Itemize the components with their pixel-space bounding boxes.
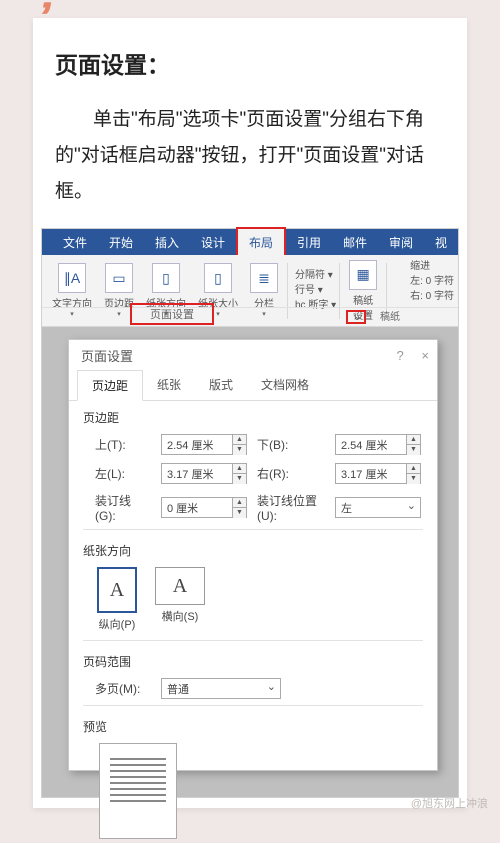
page-setup-group-label: 页面设置	[130, 303, 214, 325]
dialog-close-button[interactable]: ×	[421, 348, 429, 363]
indent-left[interactable]: 左: 0 字符	[410, 274, 454, 289]
breaks-button[interactable]: 分隔符 ▾	[295, 268, 336, 283]
margin-right-input[interactable]: 3.17 厘米▲▼	[335, 463, 421, 484]
tab-layout[interactable]: 布局	[236, 227, 286, 258]
dialog-launcher-button[interactable]: ↘	[346, 310, 366, 324]
dialog-tab-margins[interactable]: 页边距	[77, 370, 143, 401]
screenshot: 文件 开始 插入 设计 布局 引用 邮件 审阅 视 ∥A 文字方向 ▾ ▭ 页边…	[41, 228, 459, 798]
size-icon: ▯	[204, 263, 232, 293]
margin-left-input[interactable]: 3.17 厘米▲▼	[161, 463, 247, 484]
dialog-titlebar: 页面设置 ? ×	[69, 340, 437, 370]
watermark: @旭东网上冲浪	[411, 795, 488, 811]
orientation-section: 纸张方向 A 纵向(P) A 横向(S)	[69, 534, 437, 645]
preview-thumbnail	[99, 743, 177, 839]
line-numbers-button[interactable]: 行号 ▾	[295, 283, 336, 298]
dialog-tabs: 页边距 纸张 版式 文档网格	[69, 370, 437, 401]
ribbon-tabbar: 文件 开始 插入 设计 布局 引用 邮件 审阅 视	[42, 229, 458, 255]
margin-top-input[interactable]: 2.54 厘米▲▼	[161, 434, 247, 455]
ribbon-body: ∥A 文字方向 ▾ ▭ 页边距 ▾ ▯ 纸张方向 ▾ ▯ 纸张大小 ▾ ≣ 分栏	[42, 255, 458, 327]
margin-top-label: 上(T):	[95, 436, 151, 453]
margins-icon: ▭	[105, 263, 133, 293]
margins-section: 页边距 上(T): 2.54 厘米▲▼ 下(B): 2.54 厘米▲▼ 左(L)…	[69, 401, 437, 534]
gutter-pos-label: 装订线位置(U):	[257, 492, 325, 523]
tab-mail[interactable]: 邮件	[332, 229, 378, 256]
gutter-pos-select[interactable]: 左	[335, 497, 421, 518]
dialog-tab-grid[interactable]: 文档网格	[247, 370, 323, 400]
tab-references[interactable]: 引用	[286, 229, 332, 256]
dialog-tab-layout[interactable]: 版式	[195, 370, 247, 400]
gutter-input[interactable]: 0 厘米▲▼	[161, 497, 247, 518]
multi-page-select[interactable]: 普通	[161, 678, 281, 699]
tab-review[interactable]: 审阅	[378, 229, 424, 256]
dialog-tab-paper[interactable]: 纸张	[143, 370, 195, 400]
portrait-icon: A	[97, 567, 137, 613]
preview-section: 预览	[69, 710, 437, 843]
orientation-landscape[interactable]: A 横向(S)	[155, 567, 205, 632]
article-card: 页面设置： 单击"布局"选项卡"页面设置"分组右下角的"对话框启动器"按钮，打开…	[33, 18, 467, 808]
tab-insert[interactable]: 插入	[144, 229, 190, 256]
margin-bottom-label: 下(B):	[257, 436, 325, 453]
article-body: 单击"布局"选项卡"页面设置"分组右下角的"对话框启动器"按钮，打开"页面设置"…	[55, 102, 445, 210]
multi-page-label: 多页(M):	[95, 680, 151, 697]
text-direction-icon: ∥A	[58, 263, 86, 293]
paper-group-label: 稿纸	[380, 308, 400, 323]
indent-group: 缩进 左: 0 字符 右: 0 字符	[410, 259, 454, 304]
margin-bottom-input[interactable]: 2.54 厘米▲▼	[335, 434, 421, 455]
margin-left-label: 左(L):	[95, 465, 151, 482]
page-setup-dialog: 页面设置 ? × 页边距 纸张 版式 文档网格 页边距 上(T): 2.54 厘…	[68, 339, 438, 771]
article-title: 页面设置：	[55, 46, 449, 80]
tab-file[interactable]: 文件	[52, 229, 98, 256]
landscape-icon: A	[155, 567, 205, 605]
page-range-section: 页码范围 多页(M): 普通	[69, 645, 437, 710]
manuscript-icon: ▦	[349, 260, 377, 290]
dialog-help-button[interactable]: ?	[397, 348, 404, 363]
orientation-icon: ▯	[152, 263, 180, 293]
tab-home[interactable]: 开始	[98, 229, 144, 256]
columns-icon: ≣	[250, 263, 278, 293]
indent-right[interactable]: 右: 0 字符	[410, 289, 454, 304]
orientation-portrait[interactable]: A 纵向(P)	[97, 567, 137, 632]
gutter-label: 装订线(G):	[95, 492, 151, 523]
ribbon-footer: 页面设置 ↘ 稿纸	[42, 307, 458, 326]
tab-design[interactable]: 设计	[190, 229, 236, 256]
dialog-title: 页面设置	[81, 346, 133, 365]
margin-right-label: 右(R):	[257, 465, 325, 482]
tab-view[interactable]: 视	[424, 229, 458, 256]
